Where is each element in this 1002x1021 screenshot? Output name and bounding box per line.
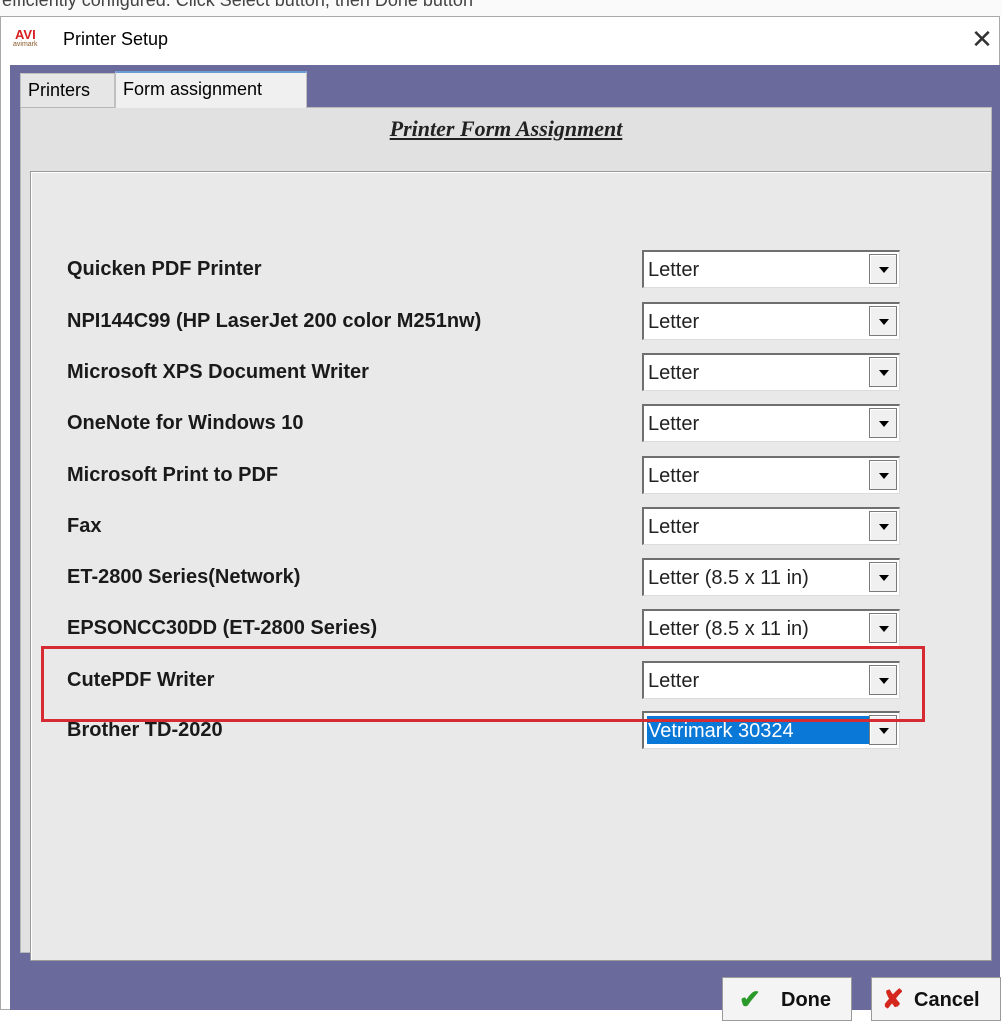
- annotation-highlight-box: [41, 646, 925, 722]
- form-select[interactable]: Letter (8.5 x 11 in): [642, 558, 900, 596]
- checkmark-icon: ✔: [739, 984, 761, 1014]
- form-select-value: Vetrimark 30324: [648, 720, 794, 742]
- tab-form-assignment-label: Form assignment: [123, 79, 263, 99]
- done-button-label: Done: [781, 989, 831, 1011]
- chevron-down-icon[interactable]: [869, 254, 897, 284]
- tab-printers-label: Printers: [28, 80, 91, 100]
- tab-printers[interactable]: Printers: [20, 73, 115, 107]
- printer-list-group: Quicken PDF Printer Letter NPI144C99 (HP…: [30, 171, 992, 961]
- done-button[interactable]: ✔ Done: [722, 977, 852, 1021]
- printer-name: OneNote for Windows 10: [67, 412, 304, 434]
- x-icon: ✘: [882, 984, 904, 1014]
- instruction-text: efficiently configured. Click Select but…: [2, 0, 473, 10]
- printer-name: Brother TD-2020: [67, 719, 223, 741]
- cancel-button[interactable]: ✘ Cancel: [871, 977, 1001, 1021]
- dialog-body: Printers Form assignment Printer Form As…: [10, 65, 1001, 1021]
- printer-name: Quicken PDF Printer: [67, 258, 262, 280]
- form-select-value: Letter: [648, 516, 700, 538]
- form-select-value: Letter (8.5 x 11 in): [648, 567, 809, 589]
- printer-name: ET-2800 Series(Network): [67, 566, 301, 588]
- close-icon[interactable]: ✕: [967, 23, 997, 55]
- cancel-button-label: Cancel: [914, 989, 980, 1011]
- printer-row: Microsoft XPS Document Writer Letter: [31, 353, 991, 393]
- title-bar: AVI avimark Printer Setup ✕: [1, 17, 999, 65]
- panel-title: Printer Form Assignment: [21, 116, 991, 142]
- printer-name: Microsoft XPS Document Writer: [67, 361, 369, 383]
- form-select[interactable]: Letter: [642, 302, 900, 340]
- panel-title-text: Printer Form Assignment: [389, 116, 623, 141]
- printer-row: NPI144C99 (HP LaserJet 200 color M251nw)…: [31, 302, 991, 342]
- form-select[interactable]: Letter: [642, 250, 900, 288]
- app-logo-subtext: avimark: [13, 41, 38, 48]
- printer-row: Quicken PDF Printer Letter: [31, 250, 991, 290]
- window-title: Printer Setup: [63, 29, 169, 49]
- chevron-down-icon[interactable]: [869, 408, 897, 438]
- chevron-down-icon[interactable]: [869, 460, 897, 490]
- printer-name: Microsoft Print to PDF: [67, 464, 279, 486]
- printer-setup-dialog: AVI avimark Printer Setup ✕ Printers For…: [0, 16, 1001, 1021]
- form-select-value: Letter: [648, 465, 700, 487]
- chevron-down-icon[interactable]: [869, 306, 897, 336]
- form-select[interactable]: Letter: [642, 353, 900, 391]
- form-select-value: Letter: [648, 362, 700, 384]
- form-select[interactable]: Letter: [642, 507, 900, 545]
- tab-form-assignment[interactable]: Form assignment: [115, 71, 307, 108]
- form-select-value: Letter: [648, 311, 700, 333]
- chevron-down-icon[interactable]: [869, 613, 897, 643]
- printer-name: NPI144C99 (HP LaserJet 200 color M251nw): [67, 310, 482, 332]
- printer-name: EPSONCC30DD (ET-2800 Series): [67, 617, 378, 639]
- form-select-value: Letter: [648, 259, 700, 281]
- printer-row: Fax Letter: [31, 507, 991, 547]
- printer-row: OneNote for Windows 10 Letter: [31, 404, 991, 444]
- chevron-down-icon[interactable]: [869, 511, 897, 541]
- form-select-value: Letter: [648, 413, 700, 435]
- form-select[interactable]: Letter: [642, 456, 900, 494]
- chevron-down-icon[interactable]: [869, 357, 897, 387]
- form-select[interactable]: Letter: [642, 404, 900, 442]
- app-logo-icon: AVI avimark: [13, 27, 43, 50]
- background-instruction-text: efficiently configured. Click Select but…: [0, 0, 1002, 16]
- printer-row: EPSONCC30DD (ET-2800 Series) Letter (8.5…: [31, 609, 991, 649]
- printer-row: Microsoft Print to PDF Letter: [31, 456, 991, 496]
- printer-row: ET-2800 Series(Network) Letter (8.5 x 11…: [31, 558, 991, 598]
- tab-strip: Printers Form assignment: [10, 71, 1000, 108]
- form-select[interactable]: Letter (8.5 x 11 in): [642, 609, 900, 647]
- chevron-down-icon[interactable]: [869, 562, 897, 592]
- app-logo-text: AVI: [15, 27, 36, 42]
- printer-name: Fax: [67, 515, 102, 537]
- form-select-value: Letter (8.5 x 11 in): [648, 618, 809, 640]
